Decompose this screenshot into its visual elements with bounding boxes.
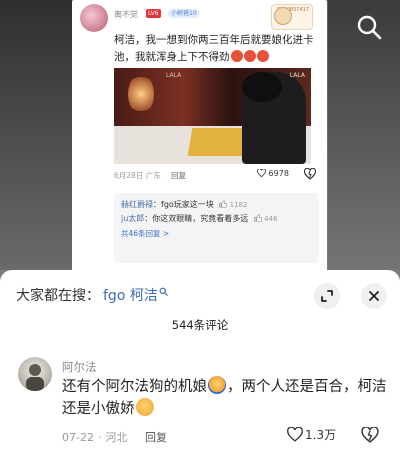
post-avatar[interactable]: [80, 4, 108, 32]
post-like-count: 6978: [268, 169, 289, 178]
sub-comment-likes: 446: [254, 214, 278, 223]
sub-comment-author[interactable]: ju太郎: [121, 214, 144, 223]
close-icon[interactable]: [361, 283, 387, 309]
comment-count: 544条评论: [171, 318, 229, 332]
comment-date: 07-22: [62, 431, 94, 444]
sub-comment-author[interactable]: 赫红爵禄: [121, 200, 153, 209]
post-text: 柯洁，我一想到你两三百年后就要娘化进卡池，我就浑身上下不得劲: [114, 32, 314, 66]
post-card[interactable]: 离不觉 LV6 小树爸10 CG_0857417 柯洁，我一想到你两三百年后就要…: [72, 0, 327, 275]
image-sign: [187, 128, 249, 156]
emoji-icon: [230, 50, 243, 62]
comment-text: 还有个阿尔法狗的机娘 ，两个人还是百合，柯洁还是小傲娇: [62, 376, 392, 420]
level-badge: LV6: [146, 9, 161, 18]
image-watermark: LALA: [166, 72, 182, 79]
comments-sheet: 大家都在搜： fgo 柯洁 544条评论 阿尔法 还有个阿尔法狗的机娘 ，两个人还是…: [0, 270, 400, 451]
avatar-figure: [26, 364, 44, 391]
image-person-hair: [242, 72, 282, 102]
emoji-icon: [256, 50, 269, 62]
search-icon[interactable]: [354, 12, 384, 42]
broken-heart-icon[interactable]: [361, 427, 379, 443]
post-location: 广东: [145, 171, 161, 180]
heart-icon: [287, 426, 303, 442]
sub-comment-text: fgo玩家这一块: [161, 200, 214, 209]
comment-meta: 07-22 · 河北 回复: [62, 429, 167, 445]
crying-face-emoji-icon: [135, 398, 154, 416]
expand-icon[interactable]: [314, 283, 340, 309]
image-watermark: LALA: [289, 72, 305, 79]
comment-text-part: 还有个阿尔法狗的机娘: [62, 379, 207, 395]
sticker-face-icon: [274, 7, 292, 25]
sub-comment-likes: 1182: [219, 200, 248, 209]
profile-sticker: CG_0857417: [271, 4, 313, 30]
emoji-icon: [243, 50, 256, 62]
background-left: [0, 0, 72, 270]
xhs-badge: 小树爸10: [168, 9, 200, 18]
app-root: 离不觉 LV6 小树爸10 CG_0857417 柯洁，我一想到你两三百年后就要…: [0, 0, 400, 451]
search-icon: [159, 287, 168, 296]
like-count: 1.3万: [305, 428, 337, 442]
sub-comment-text: 你这双眼睛，究竟看着多远: [152, 214, 249, 223]
more-replies-link[interactable]: 共46条回复 >: [121, 227, 312, 240]
comment-location: 河北: [105, 431, 128, 444]
post-text-body: 柯洁，我一想到你两三百年后就要娘化进卡池，我就浑身上下不得劲: [114, 34, 314, 63]
sub-comment[interactable]: ju太郎：你这双眼睛，究竟看着多远 446: [121, 212, 312, 226]
search-prefix: 大家都在搜：: [16, 288, 100, 304]
sub-comment-like-count: 1182: [229, 201, 248, 209]
like-button[interactable]: 1.3万: [287, 426, 337, 443]
post-image[interactable]: LALA LALA: [114, 68, 311, 164]
post-username[interactable]: 离不觉: [114, 9, 138, 20]
post-like-button[interactable]: 6978: [257, 168, 289, 178]
image-lamp: [128, 74, 154, 114]
search-suggestion[interactable]: 大家都在搜： fgo 柯洁: [16, 284, 168, 308]
sub-comment-colon: ：: [153, 200, 161, 209]
heart-icon: [257, 168, 266, 178]
sub-comment[interactable]: 赫红爵禄：fgo玩家这一块 1182: [121, 198, 312, 212]
post-date: 6月28日: [114, 171, 144, 180]
comment-author[interactable]: 阿尔法: [62, 359, 97, 375]
thumb-up-icon: [219, 200, 228, 208]
sub-comments[interactable]: 赫红爵禄：fgo玩家这一块 1182 ju太郎：你这双眼睛，究竟看着多远 446…: [114, 193, 319, 263]
dislike-icon[interactable]: [304, 168, 316, 180]
comment-separator: ·: [97, 431, 102, 444]
avatar[interactable]: [18, 357, 52, 391]
post-reply-button[interactable]: 回复: [171, 171, 186, 180]
post-meta: 6月28日 广东 回复: [114, 170, 186, 181]
search-term[interactable]: fgo 柯洁: [103, 288, 158, 304]
reply-button[interactable]: 回复: [145, 431, 167, 444]
cold-face-emoji-icon: [208, 376, 226, 394]
sub-comment-like-count: 446: [264, 215, 278, 223]
thumb-up-icon: [254, 214, 263, 222]
